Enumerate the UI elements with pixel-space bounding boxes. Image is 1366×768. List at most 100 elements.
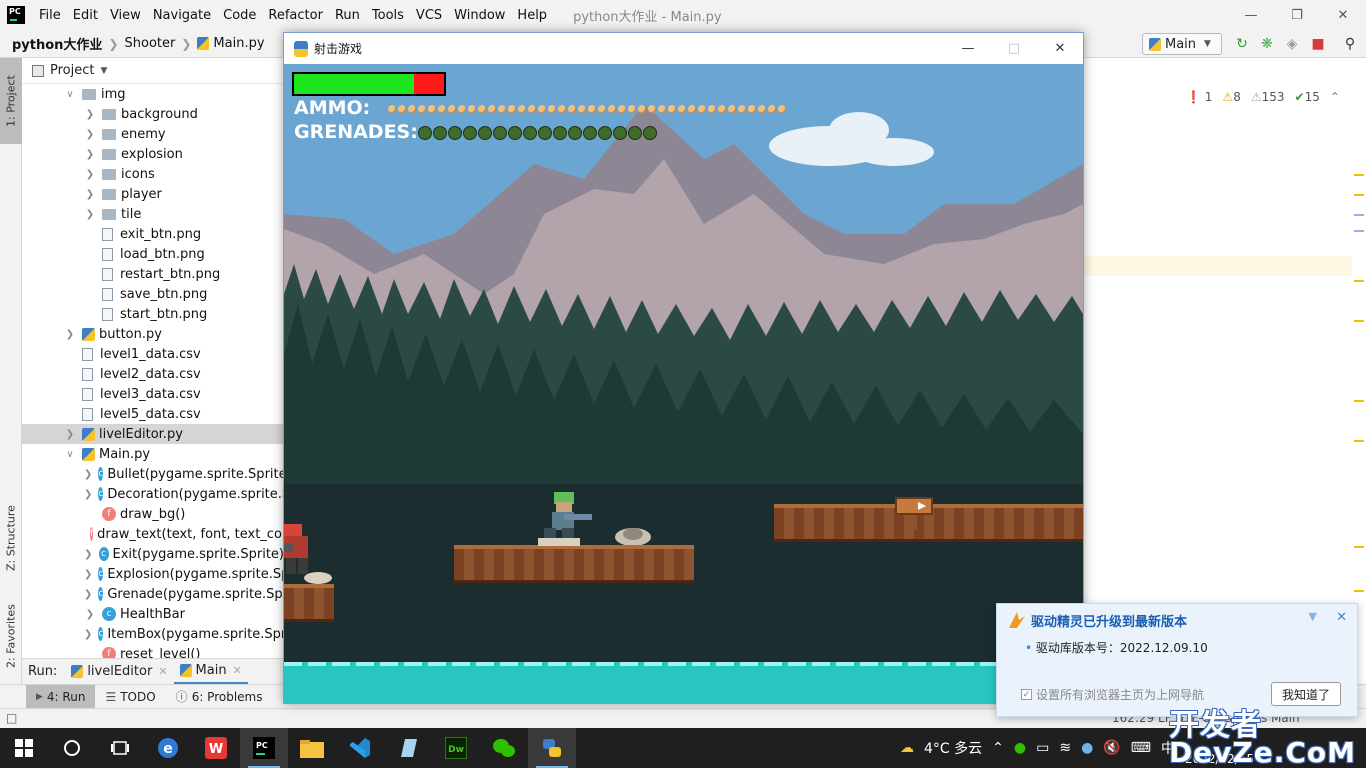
volume-mute-icon[interactable]: 🔇	[1103, 740, 1120, 756]
tree-item[interactable]: ❯ livelEditor.py	[22, 424, 284, 444]
chevron-right-icon[interactable]: ❯	[84, 469, 92, 480]
keyboard-icon[interactable]: ⌨	[1131, 740, 1151, 756]
chevron-right-icon[interactable]: ❯	[84, 129, 96, 140]
menu-window[interactable]: Window	[448, 8, 511, 23]
taskbar-notebook-app[interactable]	[384, 728, 432, 768]
maximize-icon[interactable]: ❐	[1274, 0, 1320, 30]
breadcrumb-project[interactable]: python大作业	[12, 34, 102, 53]
tree-item[interactable]: level3_data.csv	[22, 384, 284, 404]
tab-todo[interactable]: ☰ TODO	[95, 685, 165, 709]
tab-problems[interactable]: ⓘ 6: Problems	[166, 685, 273, 709]
tree-item[interactable]: ❯ tile	[22, 204, 284, 224]
chevron-down-icon[interactable]: ∨	[64, 449, 76, 460]
tree-item[interactable]: level5_data.csv	[22, 404, 284, 424]
close-icon[interactable]: ✕	[1320, 0, 1366, 30]
breadcrumb-folder[interactable]: Shooter	[125, 36, 176, 51]
chevron-right-icon[interactable]: ❯	[84, 609, 96, 620]
stop-icon[interactable]: ■	[1310, 36, 1326, 52]
taskbar-dreamweaver[interactable]: Dw	[432, 728, 480, 768]
tree-item[interactable]: restart_btn.png	[22, 264, 284, 284]
search-icon[interactable]: ⚲	[1342, 36, 1358, 52]
taskbar-wechat[interactable]	[480, 728, 528, 768]
code-editor[interactable]	[1084, 84, 1366, 684]
chevron-right-icon[interactable]: ❯	[84, 189, 96, 200]
close-icon[interactable]: ✕	[233, 664, 242, 677]
menu-vcs[interactable]: VCS	[410, 8, 448, 23]
menu-help[interactable]: Help	[511, 8, 553, 23]
chevron-right-icon[interactable]: ❯	[84, 149, 96, 160]
stripe-tab-favorites[interactable]: 2: Favorites	[0, 590, 22, 682]
tree-item[interactable]: f draw_text(text, font, text_col	[22, 524, 284, 544]
tree-item[interactable]: ❯ background	[22, 104, 284, 124]
tree-item[interactable]: load_btn.png	[22, 244, 284, 264]
run-configuration-select[interactable]: Main ▼	[1142, 33, 1222, 55]
tree-item[interactable]: ❯ player	[22, 184, 284, 204]
run-tab-liveleditor[interactable]: livelEditor ✕	[65, 659, 173, 685]
chevron-right-icon[interactable]: ❯	[84, 109, 96, 120]
tree-item[interactable]: f reset_level()	[22, 644, 284, 658]
taskbar-python[interactable]	[528, 728, 576, 768]
stripe-tab-project[interactable]: 1: Project	[0, 58, 22, 144]
tree-item[interactable]: ❯ c Explosion(pygame.sprite.Sp	[22, 564, 284, 584]
tree-item[interactable]: ❯ icons	[22, 164, 284, 184]
tree-item[interactable]: ❯ c ItemBox(pygame.sprite.Spri	[22, 624, 284, 644]
tree-item[interactable]: ❯ enemy	[22, 124, 284, 144]
close-icon[interactable]: ✕	[158, 665, 167, 678]
chevron-down-icon[interactable]: ∨	[64, 89, 76, 100]
tree-item[interactable]: ∨ Main.py	[22, 444, 284, 464]
tab-run[interactable]: ▶ 4: Run	[26, 684, 96, 709]
chevron-right-icon[interactable]: ❯	[84, 589, 92, 600]
tree-item[interactable]: level1_data.csv	[22, 344, 284, 364]
search-button[interactable]	[48, 728, 96, 768]
weather-text[interactable]: 4°C 多云	[924, 738, 982, 758]
stripe-tab-structure[interactable]: Z: Structure	[0, 488, 22, 588]
chevron-up-icon[interactable]: ⌃	[992, 740, 1004, 756]
taskbar-file-explorer[interactable]	[288, 728, 336, 768]
taskbar-pycharm[interactable]: PC	[240, 728, 288, 768]
network-icon[interactable]: ▭	[1036, 740, 1049, 756]
chevron-right-icon[interactable]: ❯	[84, 169, 96, 180]
menu-tools[interactable]: Tools	[366, 8, 410, 23]
tree-item[interactable]: ❯ button.py	[22, 324, 284, 344]
status-toggle-icon[interactable]: □	[6, 711, 17, 725]
menu-navigate[interactable]: Navigate	[147, 8, 217, 23]
tree-item[interactable]: ❯ c Bullet(pygame.sprite.Sprite)	[22, 464, 284, 484]
tree-item[interactable]: start_btn.png	[22, 304, 284, 324]
coverage-icon[interactable]: ◈	[1284, 36, 1300, 52]
menu-edit[interactable]: Edit	[67, 8, 104, 23]
chevron-right-icon[interactable]: ❯	[64, 329, 76, 340]
wifi-icon[interactable]: ≋	[1059, 740, 1071, 756]
tree-item[interactable]: ❯ explosion	[22, 144, 284, 164]
chevron-right-icon[interactable]: ❯	[64, 429, 76, 440]
tree-item[interactable]: exit_btn.png	[22, 224, 284, 244]
minimize-icon[interactable]: —	[1228, 0, 1274, 30]
tree-item[interactable]: save_btn.png	[22, 284, 284, 304]
menu-code[interactable]: Code	[217, 8, 262, 23]
chevron-up-icon[interactable]: ⌃	[1330, 90, 1340, 104]
minimize-icon[interactable]: —	[945, 33, 991, 64]
menu-refactor[interactable]: Refactor	[262, 8, 329, 23]
close-icon[interactable]: ✕	[1037, 33, 1083, 64]
game-titlebar[interactable]: 射击游戏 — □ ✕	[284, 33, 1083, 64]
taskbar-vscode[interactable]	[336, 728, 384, 768]
chevron-right-icon[interactable]: ❯	[84, 629, 92, 640]
run-tab-main[interactable]: Main ✕	[173, 659, 248, 685]
menu-file[interactable]: File	[33, 8, 67, 23]
tree-item[interactable]: ❯ c HealthBar	[22, 604, 284, 624]
rerun-icon[interactable]: ↻	[1234, 36, 1250, 52]
start-button[interactable]	[0, 728, 48, 768]
project-panel-header[interactable]: Project ▼	[22, 58, 284, 84]
wechat-tray-icon[interactable]: ●	[1014, 740, 1026, 756]
tree-item[interactable]: ❯ c Exit(pygame.sprite.Sprite)	[22, 544, 284, 564]
maximize-icon[interactable]: □	[991, 33, 1037, 64]
task-view-button[interactable]	[96, 728, 144, 768]
chevron-right-icon[interactable]: ❯	[84, 569, 92, 580]
chevron-right-icon[interactable]: ❯	[84, 549, 93, 560]
taskbar-wps[interactable]: W	[192, 728, 240, 768]
chevron-right-icon[interactable]: ❯	[84, 489, 92, 500]
app-tray-icon[interactable]: ●	[1081, 740, 1093, 756]
breadcrumb-file[interactable]: Main.py	[213, 36, 264, 51]
tree-item[interactable]: level2_data.csv	[22, 364, 284, 384]
chevron-right-icon[interactable]: ❯	[84, 209, 96, 220]
debug-bug-icon[interactable]: ❋	[1259, 36, 1275, 52]
